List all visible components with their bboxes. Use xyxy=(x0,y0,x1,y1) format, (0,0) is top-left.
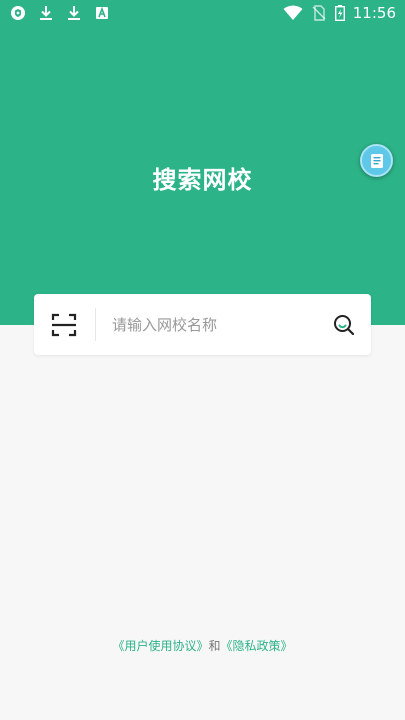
font-a-icon xyxy=(94,5,110,21)
status-time: 11:56 xyxy=(352,4,396,22)
search-input[interactable] xyxy=(112,311,312,339)
scan-icon xyxy=(50,313,78,343)
search-icon xyxy=(332,315,356,341)
user-agreement-link[interactable]: 《用户使用协议》 xyxy=(112,639,208,653)
download-icon xyxy=(66,5,82,21)
search-divider xyxy=(95,308,96,341)
download-icon xyxy=(38,5,54,21)
document-icon xyxy=(370,153,384,169)
no-sim-icon xyxy=(311,5,327,21)
scan-button[interactable] xyxy=(50,311,78,339)
search-button[interactable] xyxy=(332,313,356,337)
floating-document-button[interactable] xyxy=(360,144,393,177)
page-title: 搜索网校 xyxy=(152,166,253,194)
status-bar: 11:56 xyxy=(0,0,405,28)
wifi-icon xyxy=(283,5,303,21)
footer-agreements: 《用户使用协议》和《隐私政策》 xyxy=(0,637,405,654)
footer-connector: 和 xyxy=(208,639,221,653)
battery-charging-icon xyxy=(334,5,345,22)
search-bar xyxy=(34,294,371,355)
privacy-policy-link[interactable]: 《隐私政策》 xyxy=(221,639,293,653)
shield-icon xyxy=(10,5,26,21)
